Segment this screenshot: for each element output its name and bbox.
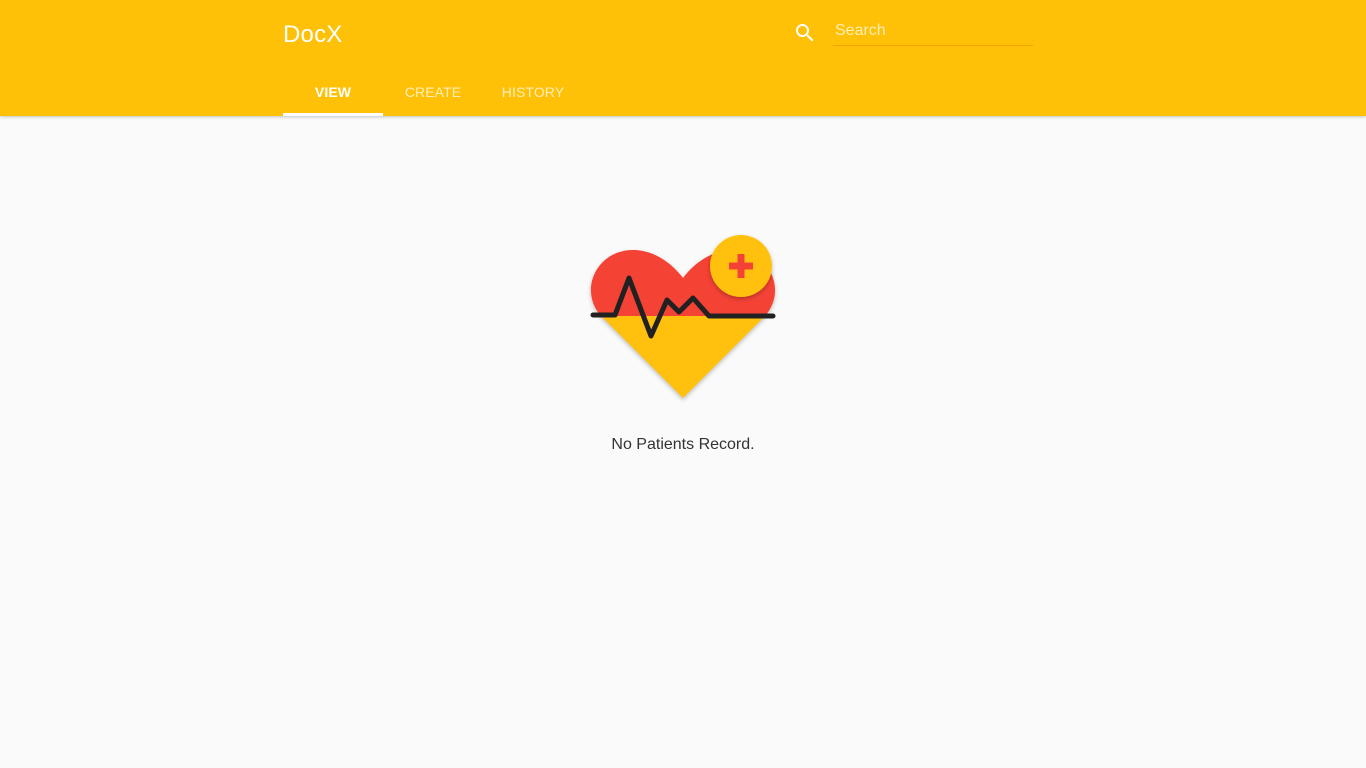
empty-state bbox=[583, 228, 783, 408]
tab-create[interactable]: CREATE bbox=[383, 68, 483, 116]
tab-bar: VIEW CREATE HISTORY bbox=[283, 68, 583, 116]
empty-state-message: No Patients Record. bbox=[611, 436, 755, 453]
search-icon[interactable] bbox=[793, 21, 817, 45]
search-input[interactable] bbox=[833, 19, 1033, 46]
tab-history[interactable]: HISTORY bbox=[483, 68, 583, 116]
tab-view[interactable]: VIEW bbox=[283, 68, 383, 116]
app-bar: DocX VIEW CREATE HISTORY bbox=[0, 0, 1366, 116]
app-title: DocX bbox=[283, 21, 343, 48]
heart-pulse-plus-icon bbox=[590, 235, 776, 398]
